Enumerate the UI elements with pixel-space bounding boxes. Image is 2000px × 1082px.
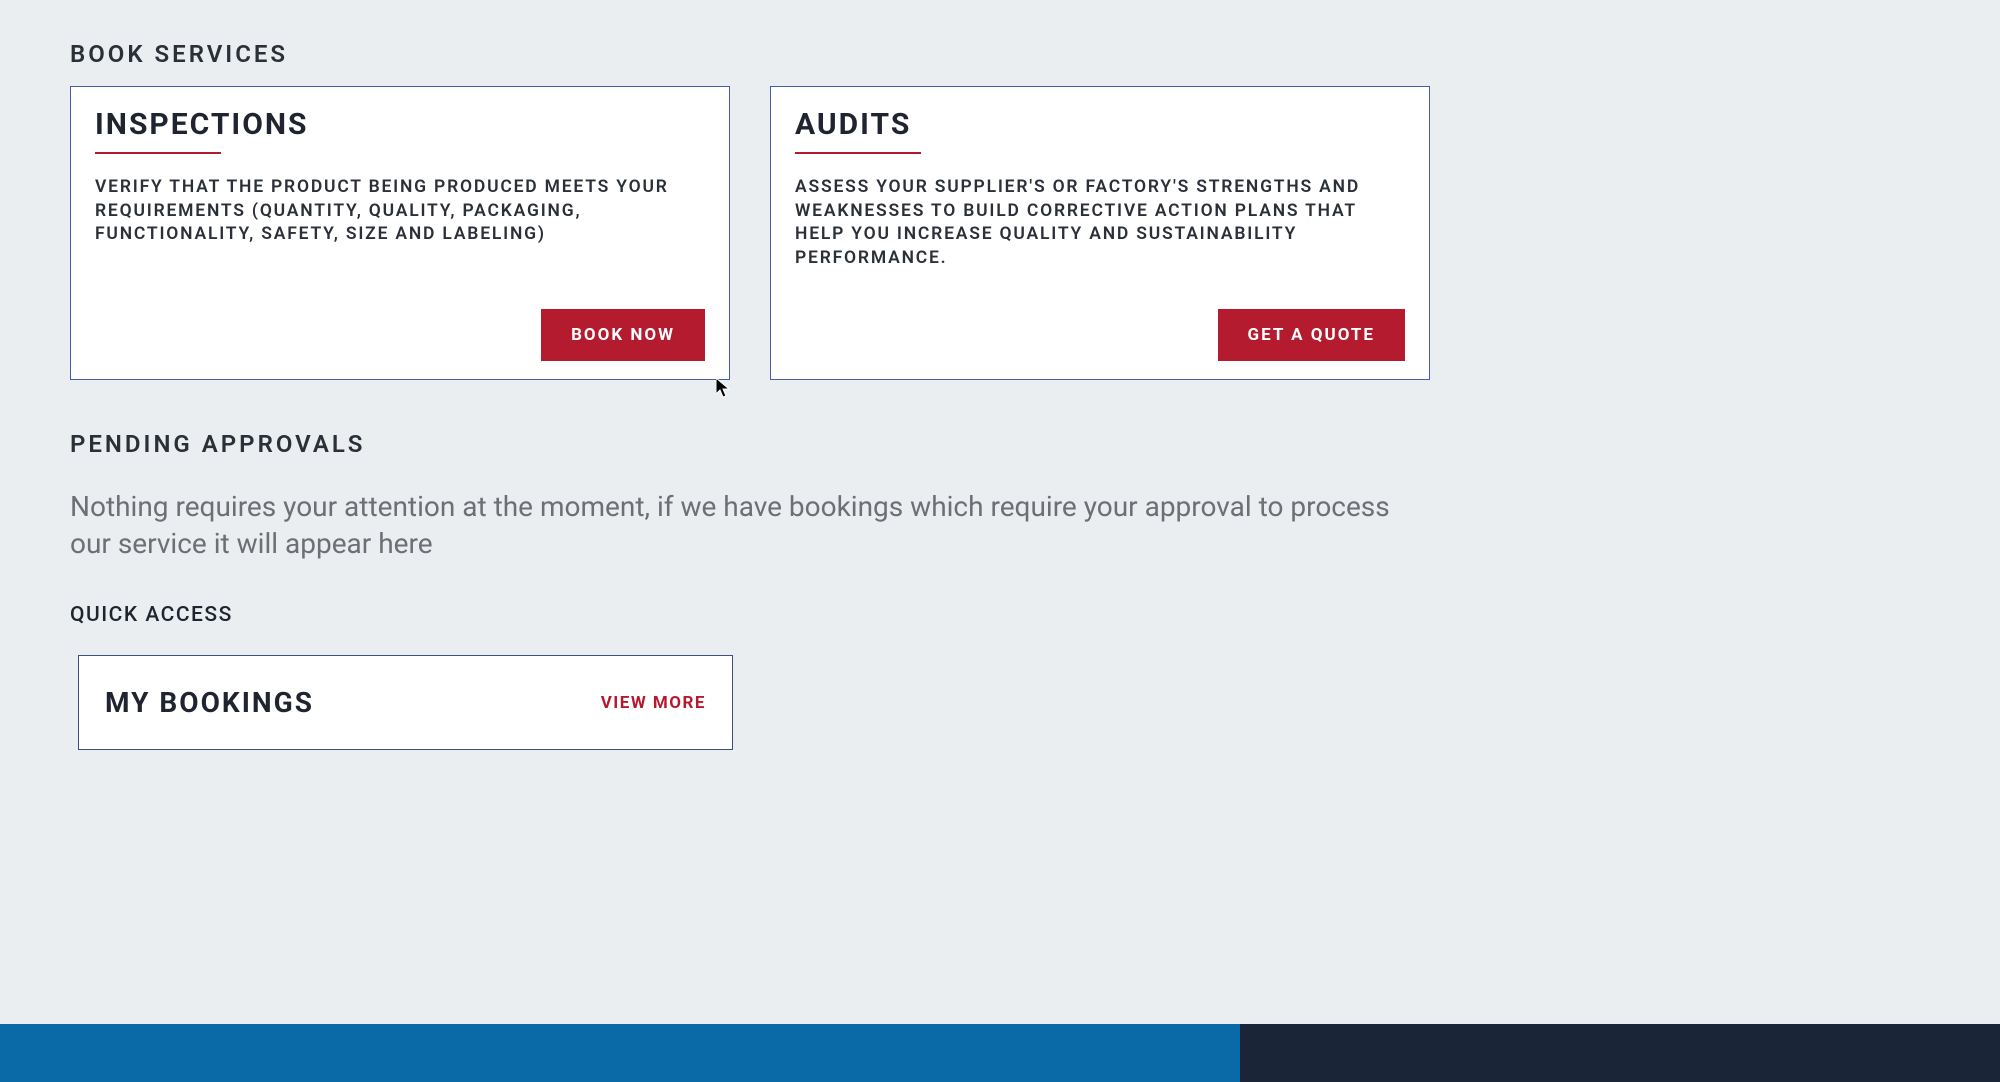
audits-title: AUDITS	[795, 107, 1405, 142]
inspections-card: INSPECTIONS VERIFY THAT THE PRODUCT BEIN…	[70, 86, 730, 380]
my-bookings-card: MY BOOKINGS VIEW MORE	[78, 655, 733, 750]
view-more-link[interactable]: VIEW MORE	[601, 693, 706, 713]
get-quote-button[interactable]: GET A QUOTE	[1218, 309, 1405, 361]
book-services-heading: BOOK SERVICES	[70, 40, 1430, 68]
footer-bar	[0, 1024, 2000, 1082]
pending-approvals-heading: PENDING APPROVALS	[70, 430, 1430, 458]
title-underline	[95, 152, 221, 154]
audits-card: AUDITS ASSESS YOUR SUPPLIER'S OR FACTORY…	[770, 86, 1430, 380]
inspections-description: VERIFY THAT THE PRODUCT BEING PRODUCED M…	[95, 176, 705, 271]
footer-dark-section	[1240, 1024, 2000, 1082]
pending-approvals-message: Nothing requires your attention at the m…	[70, 488, 1430, 564]
audits-description: ASSESS YOUR SUPPLIER'S OR FACTORY'S STRE…	[795, 176, 1405, 271]
service-cards-row: INSPECTIONS VERIFY THAT THE PRODUCT BEIN…	[70, 86, 1430, 380]
inspections-title: INSPECTIONS	[95, 107, 705, 142]
title-underline	[795, 152, 921, 154]
my-bookings-title: MY BOOKINGS	[105, 686, 314, 719]
footer-blue-section	[0, 1024, 1240, 1082]
book-now-button[interactable]: BOOK NOW	[541, 309, 705, 361]
quick-access-heading: QUICK ACCESS	[70, 603, 1430, 627]
